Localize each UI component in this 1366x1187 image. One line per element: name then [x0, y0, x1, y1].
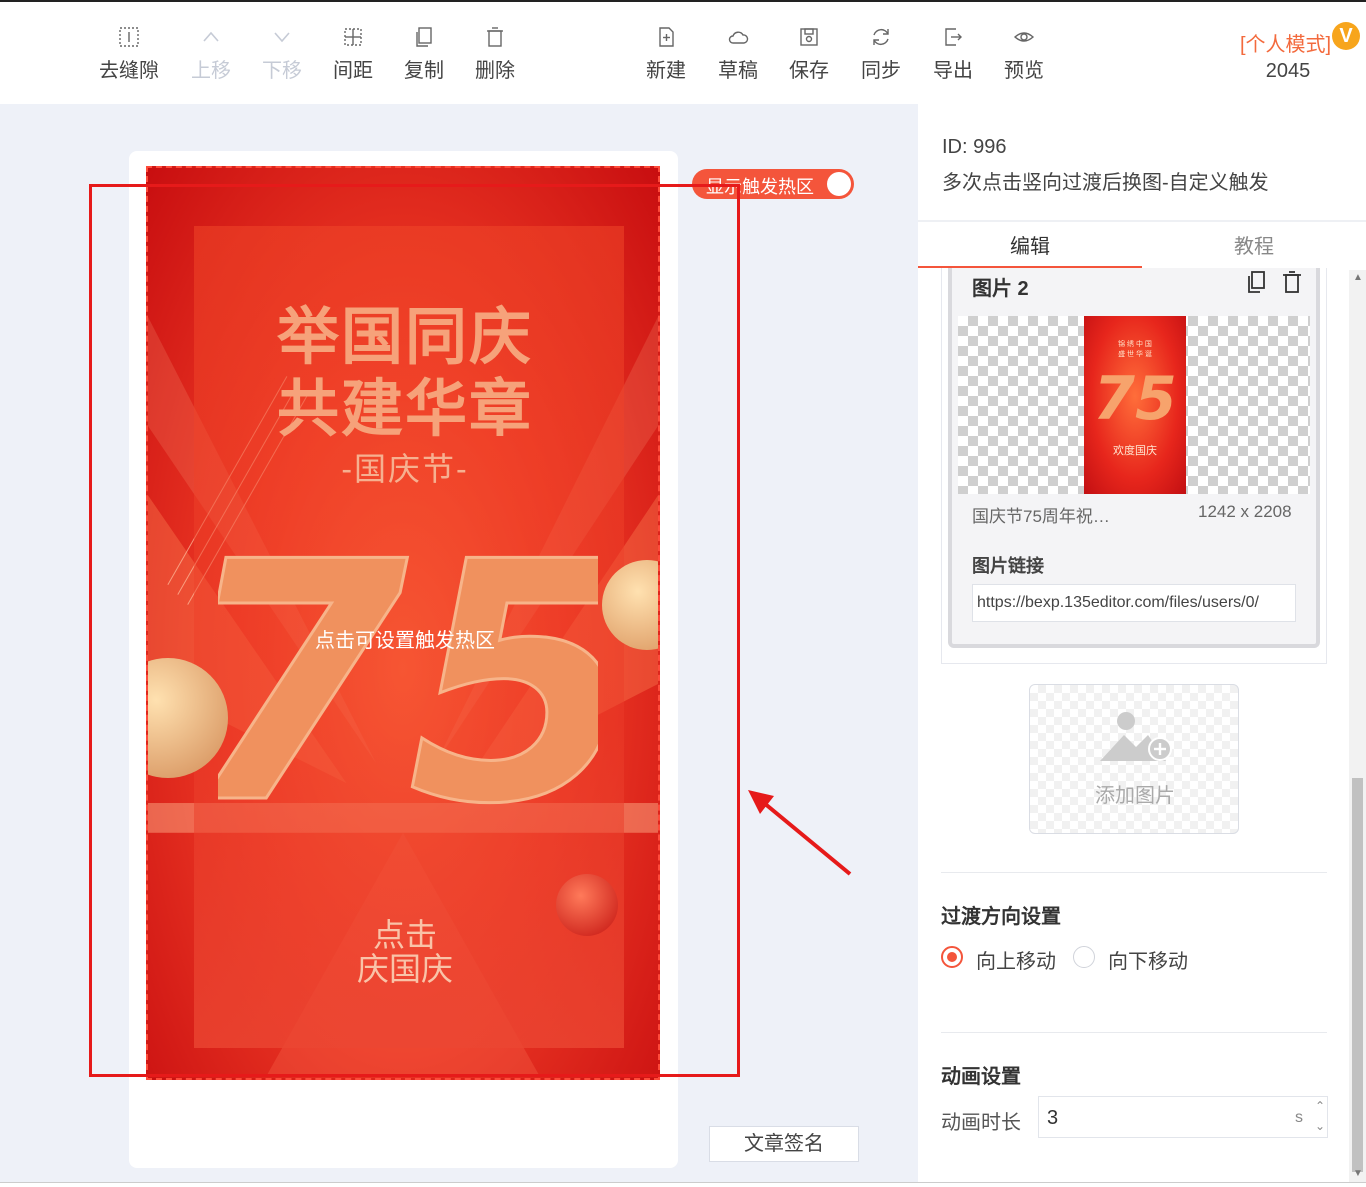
radio-move-down[interactable]	[1073, 946, 1095, 968]
sync-icon	[870, 26, 892, 48]
image-dimensions: 1242 x 2208	[1198, 502, 1292, 521]
thumb-text: 欢度国庆	[1113, 445, 1157, 457]
user-count: 2045	[1265, 60, 1311, 82]
panel-divider	[918, 220, 1366, 222]
thumb-number: 75	[1093, 364, 1177, 434]
section-divider	[941, 1032, 1327, 1033]
remove-gap-label: 去缝隙	[99, 60, 159, 82]
poster-75-graphic: 75	[218, 528, 598, 828]
sync-label: 同步	[861, 60, 901, 82]
duration-unit: s	[1295, 1109, 1303, 1126]
preview-label: 预览	[1004, 60, 1044, 82]
radio-move-up[interactable]	[941, 946, 963, 968]
spin-up-icon[interactable]: ⌃	[1315, 1099, 1325, 1113]
new-file-icon	[655, 26, 677, 48]
poster-hotzone-hint: 点击可设置触发热区	[315, 630, 495, 652]
settings-panel: ID: 996 多次点击竖向过渡后换图-自定义触发 编辑 教程 图片 2 锦 绣…	[918, 104, 1366, 1184]
copy-button[interactable]: 复制	[388, 26, 460, 83]
save-label: 保存	[789, 60, 829, 82]
copy-icon[interactable]	[1244, 270, 1268, 294]
transition-section-title: 过渡方向设置	[941, 906, 1061, 928]
article-signature-button[interactable]: 文章签名	[709, 1126, 859, 1162]
duration-input[interactable]: 3 s ⌃ ⌄	[1038, 1096, 1328, 1138]
add-image-label: 添加图片	[1095, 785, 1175, 807]
export-button[interactable]: 导出	[917, 26, 989, 83]
move-up-label: 上移	[191, 60, 231, 82]
move-down-label: 下移	[262, 60, 302, 82]
draft-button[interactable]: 草稿	[702, 26, 774, 83]
poster-click-button[interactable]: 点击 庆国庆	[148, 917, 658, 987]
delete-label: 删除	[475, 60, 515, 82]
image-file-name: 国庆节75周年祝…	[972, 507, 1110, 526]
top-toolbar: 去缝隙 上移 下移 间距 复制 删除 新建 草稿 保存 同步 导出 预览 [个人…	[0, 0, 1366, 104]
spin-down-icon[interactable]: ⌄	[1315, 1119, 1325, 1133]
image-link-label: 图片链接	[972, 556, 1044, 576]
image-preview[interactable]: 锦 绣 中 国 盛 世 华 诞 75 欢度国庆	[958, 316, 1310, 494]
show-hotzone-toggle[interactable]: 显示触发热区	[692, 169, 854, 199]
thumb-small-text: 锦 绣 中 国 盛 世 华 诞	[1118, 341, 1152, 358]
image-card-inner: 图片 2 锦 绣 中 国 盛 世 华 诞 75 欢度国庆 国庆节75周年祝… 1…	[948, 268, 1320, 648]
radio-move-down-label[interactable]: 向下移动	[1108, 945, 1188, 974]
gap-icon	[118, 26, 140, 48]
tab-edit[interactable]: 编辑	[918, 230, 1142, 259]
editor-canvas: 举国同庆 共建华章 -国庆节- 75 点击可设置触发热区 点击 庆国庆 显示触发…	[0, 104, 918, 1184]
vip-badge: V	[1332, 22, 1360, 50]
tab-tutorial[interactable]: 教程	[1142, 230, 1366, 259]
poster-button-line2: 庆国庆	[356, 951, 453, 987]
scroll-up-icon[interactable]: ▲	[1353, 272, 1363, 283]
section-divider	[941, 872, 1327, 873]
move-down-button[interactable]: 下移	[246, 26, 318, 83]
copy-label: 复制	[404, 60, 444, 82]
image-thumbnail: 锦 绣 中 国 盛 世 华 诞 75 欢度国庆	[1084, 316, 1186, 494]
eye-icon	[1013, 26, 1035, 48]
add-image-icon	[1100, 712, 1172, 761]
duration-label: 动画时长	[941, 1112, 1021, 1134]
image-card: 图片 2 锦 绣 中 国 盛 世 华 诞 75 欢度国庆 国庆节75周年祝… 1…	[941, 268, 1327, 664]
personal-mode-label[interactable]: [个人模式]	[1240, 28, 1331, 57]
spacing-label: 间距	[333, 60, 373, 82]
template-name: 多次点击竖向过渡后换图-自定义触发	[942, 172, 1269, 194]
annotation-arrow-icon	[748, 790, 852, 876]
duration-value[interactable]: 3	[1047, 1107, 1058, 1130]
poster-button-line1: 点击	[372, 917, 437, 953]
radio-move-up-label[interactable]: 向上移动	[976, 945, 1056, 974]
cloud-icon	[727, 26, 749, 48]
export-label: 导出	[933, 60, 973, 82]
save-button[interactable]: 保存	[773, 26, 845, 83]
scroll-thumb[interactable]	[1352, 778, 1363, 1172]
panel-scrollbar[interactable]: ▲ ▼	[1349, 270, 1366, 1184]
new-button[interactable]: 新建	[630, 26, 702, 83]
spacing-icon	[342, 26, 364, 48]
copy-icon	[413, 26, 435, 48]
sync-button[interactable]: 同步	[845, 26, 917, 83]
trash-icon[interactable]	[1280, 270, 1304, 294]
image-card-title: 图片 2	[972, 278, 1029, 300]
poster-subtitle: -国庆节-	[341, 451, 469, 487]
show-hotzone-label: 显示触发热区	[706, 177, 814, 197]
delete-button[interactable]: 删除	[459, 26, 531, 83]
preview-button[interactable]: 预览	[988, 26, 1060, 83]
poster-big-number: 75	[218, 528, 598, 828]
draft-label: 草稿	[718, 60, 758, 82]
toggle-knob	[827, 172, 851, 196]
poster-title-line2: 共建华章	[276, 372, 533, 445]
save-icon	[798, 26, 820, 48]
move-up-button[interactable]: 上移	[175, 26, 247, 83]
add-image-button[interactable]: 添加图片	[1029, 684, 1239, 834]
animation-section-title: 动画设置	[941, 1066, 1021, 1088]
spacing-button[interactable]: 间距	[317, 26, 389, 83]
image-link-input[interactable]	[972, 584, 1296, 622]
trash-icon	[484, 26, 506, 48]
chevron-up-icon	[200, 26, 222, 48]
chevron-down-icon	[271, 26, 293, 48]
new-label: 新建	[646, 60, 686, 82]
scroll-down-icon[interactable]: ▼	[1353, 1168, 1363, 1179]
window-bottom-edge	[0, 1182, 1366, 1187]
remove-gap-button[interactable]: 去缝隙	[93, 26, 165, 83]
export-icon	[942, 26, 964, 48]
template-id: ID: 996	[942, 136, 1007, 158]
poster-image[interactable]: 举国同庆 共建华章 -国庆节- 75 点击可设置触发热区 点击 庆国庆	[146, 166, 660, 1080]
